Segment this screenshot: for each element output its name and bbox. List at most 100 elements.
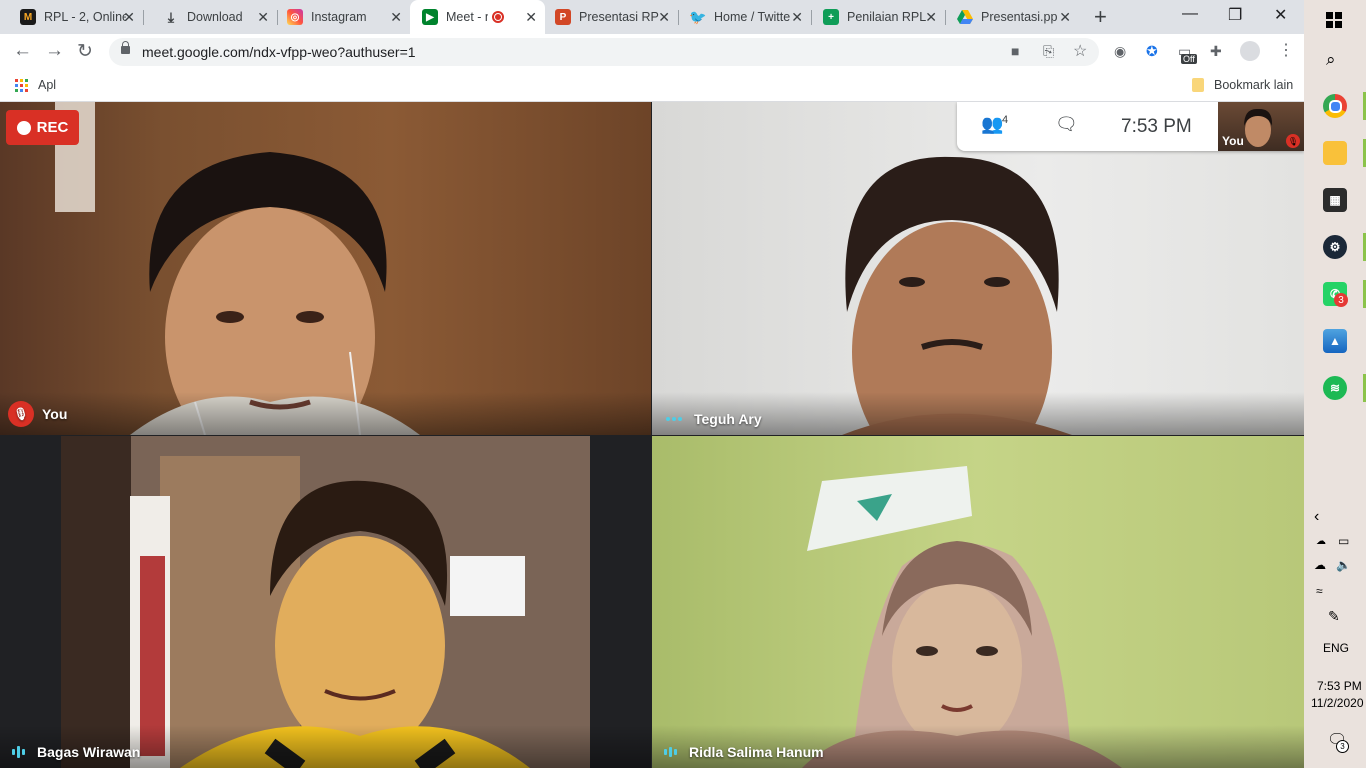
audio-level-icon [12, 746, 25, 758]
notification-count-badge: 3 [1336, 740, 1349, 753]
mic-off-icon: 🎙 [8, 401, 34, 427]
close-tab-icon[interactable]: ✕ [257, 9, 269, 26]
extension-off-badge: Off [1181, 54, 1197, 64]
close-tab-icon[interactable]: ✕ [525, 9, 537, 26]
bookmarks-bar: Apl Bookmark lain [0, 70, 1304, 102]
meet-grid: REC 🎙 You 👥 4 🗨 7:53 PM You 🎙 Teguh Ary … [0, 102, 1304, 768]
volume-icon[interactable]: 🔈 [1336, 558, 1351, 572]
participant-name: Ridla Salima Hanum [689, 744, 824, 760]
participant-video [0, 436, 651, 768]
taskbar-clock-time[interactable]: 7:53 PM [1317, 679, 1362, 693]
recording-badge: REC [6, 110, 79, 145]
translate-icon[interactable]: ⎘ [1043, 43, 1054, 60]
download-icon: ⤓ [167, 8, 175, 25]
close-tab-icon[interactable]: ✕ [1059, 9, 1071, 26]
close-tab-icon[interactable]: ✕ [390, 9, 402, 26]
recording-indicator-icon [492, 11, 504, 23]
participant-name-row: Bagas Wirawan [8, 744, 140, 760]
video-tile-you[interactable]: REC 🎙 You [0, 102, 651, 435]
extension-blue-icon[interactable]: ✪ [1146, 43, 1158, 60]
participant-video [652, 466, 1304, 768]
tab-penilaian[interactable]: + Penilaian RPL ✕ [811, 0, 945, 34]
lock-icon [121, 41, 130, 54]
menu-icon[interactable]: ⋮ [1278, 40, 1294, 60]
reload-button[interactable]: ↻ [77, 40, 93, 63]
extensions-puzzle-icon[interactable]: ✚ [1210, 43, 1222, 60]
tab-title: Penilaian RPL [847, 10, 927, 24]
close-tab-icon[interactable]: ✕ [123, 9, 135, 26]
close-tab-icon[interactable]: ✕ [791, 9, 803, 26]
participant-name: Bagas Wirawan [37, 744, 141, 760]
powerpoint-icon: P [555, 9, 571, 25]
address-bar[interactable]: meet.google.com/ndx-vfpp-weo?authuser=1 … [109, 38, 1099, 66]
tab-instagram[interactable]: ◎ Instagram ✕ [277, 0, 410, 34]
cloud-icon[interactable]: ☁ [1316, 536, 1326, 547]
taskbar-clock-date[interactable]: 11/2/2020 [1311, 696, 1364, 710]
browser-toolbar: ← → ↻ meet.google.com/ndx-vfpp-weo?authu… [0, 34, 1304, 70]
drive-icon [957, 9, 973, 25]
bookmark-apps[interactable]: Apl [38, 78, 56, 92]
self-view-thumbnail[interactable]: You 🎙 [1218, 102, 1304, 151]
tab-strip: M RPL - 2, Online ✕ ⤓ Download ✕ ◎ Insta… [0, 0, 1304, 34]
store-icon[interactable]: ▦ [1323, 188, 1347, 212]
steam-icon[interactable]: ⚙ [1323, 235, 1347, 259]
twitter-icon: 🐦 [689, 8, 707, 25]
profile-avatar[interactable] [1240, 41, 1260, 61]
tab-presentasi-drive[interactable]: Presentasi.pp ✕ [945, 0, 1079, 34]
audio-dots-icon [666, 417, 682, 421]
battery-icon[interactable]: ▭ [1338, 534, 1349, 548]
video-tile-teguh-ary[interactable]: 👥 4 🗨 7:53 PM You 🎙 Teguh Ary [652, 102, 1304, 435]
close-tab-icon[interactable]: ✕ [658, 9, 670, 26]
windows-start-icon[interactable] [1326, 12, 1342, 28]
participant-name: Teguh Ary [694, 411, 762, 427]
rec-label: REC [36, 119, 69, 136]
audio-level-icon [664, 747, 677, 757]
chat-icon[interactable]: 🗨 [1055, 114, 1078, 135]
bookmark-star-icon[interactable]: ☆ [1073, 41, 1087, 61]
close-tab-icon[interactable]: ✕ [925, 9, 937, 26]
search-icon[interactable]: ⌕ [1326, 50, 1336, 70]
people-icon[interactable]: 👥 [981, 114, 1003, 135]
new-tab-button[interactable]: + [1094, 4, 1107, 30]
participant-name-row: Teguh Ary [660, 411, 762, 427]
tab-download[interactable]: ⤓ Download ✕ [143, 0, 277, 34]
language-indicator[interactable]: ENG [1323, 641, 1349, 655]
wifi-icon[interactable]: ≈ [1316, 584, 1323, 598]
video-tile-bagas-wirawan[interactable]: Bagas Wirawan [0, 436, 651, 768]
tab-presentasi-ppt[interactable]: P Presentasi RP ✕ [545, 0, 678, 34]
photos-icon[interactable]: ▲ [1323, 329, 1347, 353]
tab-title: Home / Twitte [714, 10, 791, 24]
camera-icon[interactable]: ■ [1011, 43, 1019, 59]
chrome-taskbar-icon[interactable] [1323, 94, 1347, 118]
folder-icon [1192, 78, 1204, 92]
sheets-icon: + [823, 9, 839, 25]
close-window-button[interactable]: ✕ [1274, 5, 1287, 25]
tab-title: Presentasi.pp [981, 10, 1058, 24]
file-explorer-icon[interactable] [1323, 141, 1347, 165]
participant-name-row: 🎙 You [8, 401, 67, 427]
url-text[interactable]: meet.google.com/ndx-vfpp-weo?authuser=1 [142, 44, 416, 60]
chevron-left-icon[interactable]: ‹ [1314, 508, 1319, 526]
meeting-clock: 7:53 PM [1121, 116, 1192, 137]
instagram-icon: ◎ [287, 9, 303, 25]
apps-grid-icon[interactable] [15, 79, 28, 92]
spotify-icon[interactable]: ≋ [1323, 376, 1347, 400]
participant-video [0, 102, 651, 435]
pen-icon[interactable]: ✎ [1328, 608, 1340, 625]
forward-button[interactable]: → [45, 40, 64, 62]
bookmark-other[interactable]: Bookmark lain [1214, 78, 1293, 92]
tab-twitter[interactable]: 🐦 Home / Twitte ✕ [678, 0, 811, 34]
moodle-icon: M [20, 9, 36, 25]
back-button[interactable]: ← [13, 40, 32, 62]
minimize-button[interactable]: — [1182, 5, 1198, 23]
participant-count: 4 [1002, 114, 1009, 126]
tab-meet[interactable]: ▶ Meet - n ✕ [410, 0, 545, 34]
onedrive-icon[interactable]: ☁ [1314, 558, 1326, 572]
video-tile-ridla-salima-hanum[interactable]: Ridla Salima Hanum [652, 436, 1304, 768]
participant-name: You [42, 406, 68, 422]
tab-title: RPL - 2, Online [44, 10, 126, 24]
tab-rpl[interactable]: M RPL - 2, Online ✕ [0, 0, 143, 34]
extension-globe-icon[interactable]: ◉ [1114, 43, 1126, 60]
restore-button[interactable]: ❐ [1228, 5, 1242, 25]
tab-title: Meet - n [446, 10, 488, 24]
